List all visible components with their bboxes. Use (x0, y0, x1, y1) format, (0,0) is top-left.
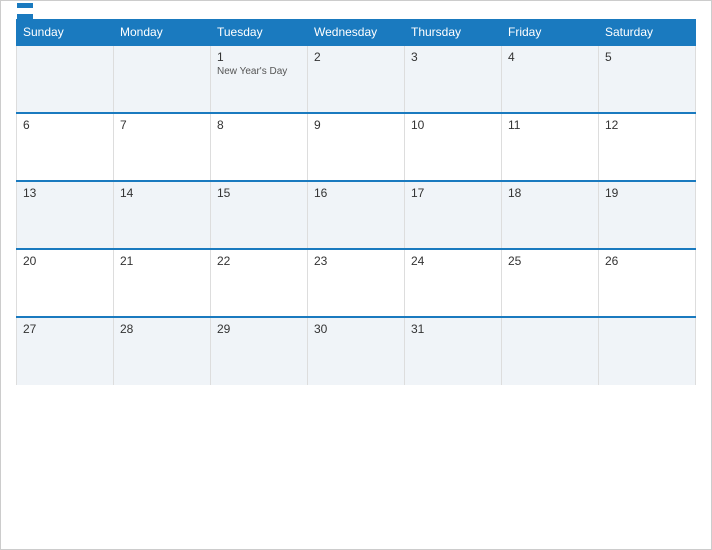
day-number: 25 (508, 254, 592, 268)
day-event: New Year's Day (217, 66, 301, 77)
calendar-day-cell: 10 (405, 113, 502, 181)
calendar-day-cell: 17 (405, 181, 502, 249)
calendar-table: SundayMondayTuesdayWednesdayThursdayFrid… (16, 19, 696, 385)
calendar-day-cell: 23 (308, 249, 405, 317)
calendar-body: 1New Year's Day2345678910111213141516171… (17, 45, 696, 385)
calendar-day-cell: 18 (502, 181, 599, 249)
calendar-day-cell: 31 (405, 317, 502, 385)
weekday-header-tuesday: Tuesday (211, 20, 308, 46)
calendar-thead: SundayMondayTuesdayWednesdayThursdayFrid… (17, 20, 696, 46)
calendar-week-row: 6789 10 11 12 (17, 113, 696, 181)
day-number: 7 (120, 118, 204, 132)
day-number: 16 (314, 186, 398, 200)
day-number: 24 (411, 254, 495, 268)
calendar-day-cell: 15 (211, 181, 308, 249)
day-number: 18 (508, 186, 592, 200)
weekday-header-thursday: Thursday (405, 20, 502, 46)
day-number: 11 (508, 118, 592, 132)
calendar-day-cell: 26 (599, 249, 696, 317)
calendar-day-cell: 7 (114, 113, 211, 181)
calendar-day-cell (599, 317, 696, 385)
calendar-week-row: 1 New Year's Day 2345 (17, 45, 696, 113)
day-number: 31 (411, 322, 495, 336)
weekday-header-sunday: Sunday (17, 20, 114, 46)
calendar-day-cell (502, 317, 599, 385)
day-number: 20 (23, 254, 107, 268)
day-number: 15 (217, 186, 301, 200)
calendar-day-cell: 2 (308, 45, 405, 113)
calendar-day-cell: 19 (599, 181, 696, 249)
day-number: 10 (411, 118, 495, 132)
day-number: 28 (120, 322, 204, 336)
day-number: 4 (508, 50, 592, 64)
logo-flag-icon (17, 3, 33, 19)
day-number: 22 (217, 254, 301, 268)
calendar-day-cell: 16 (308, 181, 405, 249)
weekday-header-friday: Friday (502, 20, 599, 46)
calendar-day-cell: 11 (502, 113, 599, 181)
weekday-header-row: SundayMondayTuesdayWednesdayThursdayFrid… (17, 20, 696, 46)
calendar-day-cell: 28 (114, 317, 211, 385)
weekday-header-saturday: Saturday (599, 20, 696, 46)
day-number: 3 (411, 50, 495, 64)
calendar-day-cell: 8 (211, 113, 308, 181)
day-number: 29 (217, 322, 301, 336)
day-number: 21 (120, 254, 204, 268)
calendar-day-cell: 21 (114, 249, 211, 317)
calendar-day-cell: 4 (502, 45, 599, 113)
calendar-day-cell: 13 (17, 181, 114, 249)
calendar-week-row: 27 28 29 30 31 (17, 317, 696, 385)
calendar-day-cell: 29 (211, 317, 308, 385)
calendar-day-cell (17, 45, 114, 113)
calendar-day-cell: 1 New Year's Day (211, 45, 308, 113)
day-number: 12 (605, 118, 689, 132)
day-number: 23 (314, 254, 398, 268)
day-number: 1 (217, 50, 301, 64)
day-number: 2 (314, 50, 398, 64)
day-number: 19 (605, 186, 689, 200)
calendar-day-cell: 14 (114, 181, 211, 249)
weekday-header-wednesday: Wednesday (308, 20, 405, 46)
calendar-day-cell: 12 (599, 113, 696, 181)
calendar-day-cell: 20 (17, 249, 114, 317)
weekday-header-monday: Monday (114, 20, 211, 46)
calendar-week-row: 20 21 22 23 24 25 26 (17, 249, 696, 317)
day-number: 9 (314, 118, 398, 132)
calendar-day-cell: 25 (502, 249, 599, 317)
calendar-day-cell: 5 (599, 45, 696, 113)
day-number: 30 (314, 322, 398, 336)
logo (16, 3, 33, 19)
calendar-container: SundayMondayTuesdayWednesdayThursdayFrid… (0, 0, 712, 550)
day-number: 8 (217, 118, 301, 132)
day-number: 5 (605, 50, 689, 64)
day-number: 27 (23, 322, 107, 336)
day-number: 17 (411, 186, 495, 200)
day-number: 14 (120, 186, 204, 200)
day-number: 13 (23, 186, 107, 200)
calendar-day-cell (114, 45, 211, 113)
calendar-day-cell: 22 (211, 249, 308, 317)
calendar-day-cell: 6 (17, 113, 114, 181)
calendar-day-cell: 27 (17, 317, 114, 385)
calendar-day-cell: 24 (405, 249, 502, 317)
day-number: 26 (605, 254, 689, 268)
calendar-day-cell: 30 (308, 317, 405, 385)
calendar-day-cell: 3 (405, 45, 502, 113)
calendar-week-row: 13 14 15 16 17 18 19 (17, 181, 696, 249)
calendar-day-cell: 9 (308, 113, 405, 181)
day-number: 6 (23, 118, 107, 132)
